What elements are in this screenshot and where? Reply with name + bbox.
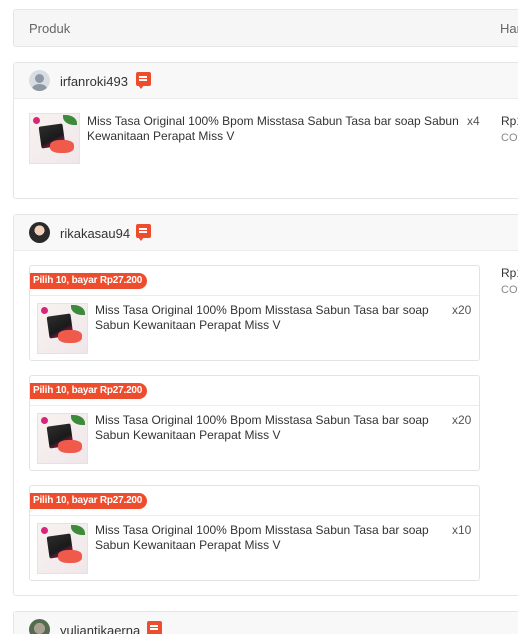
payment-method: COD	[501, 284, 518, 296]
bundle-deal-tag: Pilih 10, bayar Rp27.200	[30, 493, 148, 509]
product-thumbnail[interactable]	[29, 113, 80, 164]
product-quantity: x10	[452, 523, 472, 537]
product-name[interactable]: Miss Tasa Original 100% Bpom Misstasa Sa…	[87, 114, 463, 144]
product-name[interactable]: Miss Tasa Original 100% Bpom Misstasa Sa…	[95, 413, 450, 443]
product-name[interactable]: Miss Tasa Original 100% Bpom Misstasa Sa…	[95, 523, 450, 553]
buyer-username[interactable]: irfanroki493	[60, 74, 128, 89]
order-price: Rp1	[501, 266, 518, 280]
product-quantity: x4	[467, 114, 480, 128]
product-thumbnail[interactable]	[37, 413, 88, 464]
buyer-username[interactable]: yuliantikaerna	[60, 623, 140, 634]
column-produk: Produk	[29, 21, 71, 36]
chat-icon[interactable]	[136, 72, 151, 89]
order-header: irfanroki493	[14, 63, 518, 99]
order-header: rikakasau94	[14, 215, 518, 251]
avatar[interactable]	[29, 70, 50, 91]
chat-icon[interactable]	[136, 224, 151, 241]
bundle-deal: Pilih 10, bayar Rp27.200 Miss Tasa Origi…	[29, 485, 480, 581]
bundle-deal-tag: Pilih 10, bayar Rp27.200	[30, 383, 148, 399]
product-thumbnail[interactable]	[37, 303, 88, 354]
product-thumbnail[interactable]	[37, 523, 88, 574]
avatar[interactable]	[29, 619, 50, 634]
product-quantity: x20	[452, 303, 472, 317]
table-header: Produk Har	[13, 9, 518, 47]
bundle-deal: Pilih 10, bayar Rp27.200 Miss Tasa Origi…	[29, 375, 480, 471]
product-name[interactable]: Miss Tasa Original 100% Bpom Misstasa Sa…	[95, 303, 450, 333]
order-card: irfanroki493 Miss Tasa Original 100% Bpo…	[13, 62, 518, 199]
payment-method: COD	[501, 132, 518, 144]
product-quantity: x20	[452, 413, 472, 427]
order-card: rikakasau94 Rp1 COD Pilih 10, bayar Rp27…	[13, 214, 518, 596]
avatar[interactable]	[29, 222, 50, 243]
bundle-deal-tag: Pilih 10, bayar Rp27.200	[30, 273, 148, 289]
order-header: yuliantikaerna	[14, 612, 518, 634]
bundle-deal: Pilih 10, bayar Rp27.200 Miss Tasa Origi…	[29, 265, 480, 361]
column-harga: Har	[500, 21, 518, 36]
order-card: yuliantikaerna	[13, 611, 518, 634]
chat-icon[interactable]	[147, 621, 162, 634]
order-price: Rp1	[501, 114, 518, 128]
buyer-username[interactable]: rikakasau94	[60, 226, 130, 241]
